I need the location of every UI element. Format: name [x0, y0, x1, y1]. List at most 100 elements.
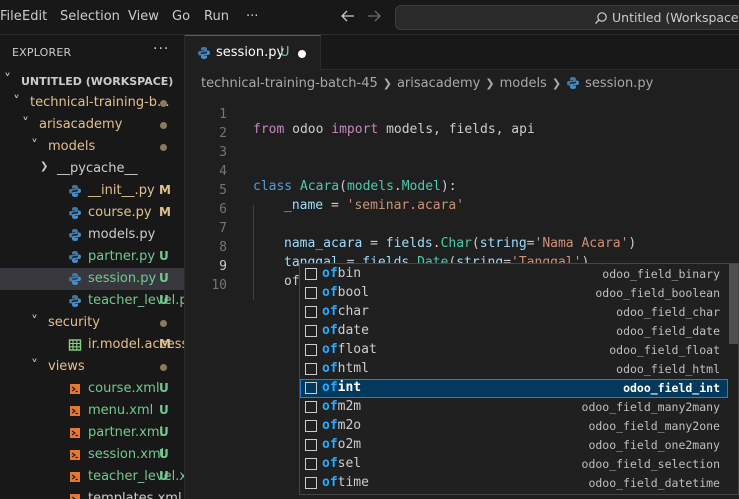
breadcrumb-item[interactable]: technical-training-batch-45	[201, 76, 378, 91]
git-status-badge: M	[159, 205, 171, 219]
git-status-badge: U	[159, 249, 169, 263]
menu-go[interactable]: Go	[172, 9, 190, 24]
code-line: 10	[185, 263, 232, 293]
menu-file[interactable]: File	[0, 9, 22, 24]
suggest-item-detail: odoo_field_selection	[581, 457, 720, 471]
xml-file-icon	[68, 448, 82, 462]
python-file-icon	[68, 184, 82, 198]
modified-dot-icon	[160, 320, 167, 327]
tree-item-arisacademy[interactable]: ˅ arisacademy	[0, 114, 184, 136]
tree-item-ir-model-access[interactable]: ir.model.access....M	[0, 334, 184, 356]
python-file-icon	[68, 228, 82, 242]
tree-item-label: course.py	[88, 205, 152, 220]
python-file-icon	[566, 76, 580, 90]
chevron-down-icon: ˅	[22, 116, 29, 132]
tree-item-label: views	[48, 359, 85, 374]
suggest-item-label: ofbool	[322, 285, 369, 300]
suggest-item[interactable]: ofhtml odoo_field_html	[300, 360, 728, 379]
suggest-item[interactable]: ofchar odoo_field_char	[300, 303, 728, 322]
tree-item-course-xml[interactable]: course.xml U	[0, 378, 184, 400]
suggest-item-detail: odoo_field_datetime	[588, 476, 720, 490]
suggest-item-detail: odoo_field_binary	[602, 267, 720, 281]
tree-item-models[interactable]: ˅ models	[0, 136, 184, 158]
code-line: 3	[185, 130, 232, 160]
explorer-sidebar: EXPLORER ··· ˅ UNTITLED (WORKSPACE) ˅ techn…	[0, 35, 185, 499]
tree-item-label: partner.py	[88, 249, 156, 264]
code-line: 8 tanggal = fields.Date(string='Tanggal'…	[185, 225, 589, 270]
suggest-item[interactable]: oftime odoo_field_datetime	[300, 474, 728, 493]
menu-edit[interactable]: Edit	[22, 9, 47, 24]
suggest-scrollbar[interactable]	[729, 264, 738, 344]
suggest-item[interactable]: ofo2m odoo_field_one2many	[300, 436, 728, 455]
tree-item-workspace[interactable]: ˅ UNTITLED (WORKSPACE)	[0, 70, 184, 92]
suggest-item[interactable]: ofint odoo_field_int	[300, 379, 728, 398]
tree-item-label: technical-training-b...	[30, 95, 170, 110]
title-bar: File Edit Selection View Go Run ··· Unti…	[0, 0, 739, 35]
tree-item-security[interactable]: ˅ security	[0, 312, 184, 334]
breadcrumb-item[interactable]: arisacademy	[397, 76, 480, 91]
explorer-more-button[interactable]: ···	[153, 41, 169, 57]
tree-item-templates-xml[interactable]: templates.xml	[0, 488, 184, 499]
snippet-icon	[305, 344, 317, 356]
menu-selection[interactable]: Selection	[60, 9, 120, 24]
git-status-badge: M	[159, 183, 171, 197]
git-status-badge: U	[159, 403, 169, 417]
tree-item-models-py[interactable]: models.py	[0, 224, 184, 246]
tree-item-technical-training[interactable]: ˅ technical-training-b...	[0, 92, 184, 114]
chevron-right-icon: ❯	[485, 76, 495, 90]
tree-item-views[interactable]: ˅ views	[0, 356, 184, 378]
suggest-item[interactable]: ofsel odoo_field_selection	[300, 455, 728, 474]
command-center-text: Untitled (Workspace)	[612, 10, 739, 25]
suggest-item[interactable]: ofbin odoo_field_binary	[300, 265, 728, 284]
suggest-item[interactable]: ofm2o odoo_field_many2one	[300, 417, 728, 436]
suggest-item-detail: odoo_field_many2many	[581, 400, 720, 414]
menu-run[interactable]: Run	[204, 9, 229, 24]
tree-item-teacher-level-xml[interactable]: teacher_level.xmlU	[0, 466, 184, 488]
tree-item-teacher-level-py[interactable]: teacher_level.py U	[0, 290, 184, 312]
arrow-left-icon[interactable]	[340, 8, 356, 28]
modified-dot-icon	[160, 144, 167, 151]
arrow-right-icon[interactable]	[366, 8, 382, 28]
snippet-icon	[305, 477, 317, 489]
python-file-icon	[68, 294, 82, 308]
tab-session-py[interactable]: session.py U	[185, 35, 321, 70]
tree-item-session-xml[interactable]: session.xml U	[0, 444, 184, 466]
snippet-icon	[305, 268, 317, 280]
tree-item-init-py[interactable]: __init__.py M	[0, 180, 184, 202]
breadcrumb-item[interactable]: models	[500, 76, 547, 91]
line-content: nama_acara = fields.Char(string='Nama Ac…	[284, 236, 637, 251]
tree-item-label: security	[48, 315, 100, 330]
tree-item-partner-xml[interactable]: partner.xml U	[0, 422, 184, 444]
modified-dot-icon	[160, 100, 167, 107]
tree-item-pycache[interactable]: ❯ __pycache__	[0, 158, 184, 180]
tab-status-badge: U	[280, 45, 290, 60]
tree-item-course-py[interactable]: course.py M	[0, 202, 184, 224]
command-center[interactable]: Untitled (Workspace)	[395, 5, 739, 30]
snippet-icon	[305, 306, 317, 318]
line-content: class Acara(models.Model):	[253, 179, 457, 194]
menu-more[interactable]: ···	[246, 9, 258, 24]
python-file-icon	[68, 250, 82, 264]
tree-item-menu-xml[interactable]: menu.xml U	[0, 400, 184, 422]
suggest-item[interactable]: ofm2m odoo_field_many2many	[300, 398, 728, 417]
line-content: from odoo import models, fields, api	[253, 122, 535, 137]
snippet-icon	[305, 458, 317, 470]
tree-item-partner-py[interactable]: partner.py U	[0, 246, 184, 268]
unsaved-dot-icon[interactable]	[298, 50, 306, 58]
tab-label: session.py	[216, 45, 285, 60]
suggest-item[interactable]: ofdate odoo_field_date	[300, 322, 728, 341]
code-line: 7 nama_acara = fields.Char(string='Nama …	[185, 206, 636, 251]
breadcrumb-item[interactable]: session.py	[585, 76, 653, 91]
suggest-item-label: offloat	[322, 342, 377, 357]
snippet-icon	[305, 382, 317, 394]
suggest-item[interactable]: ofbool odoo_field_boolean	[300, 284, 728, 303]
python-file-icon	[68, 206, 82, 220]
suggest-item-label: ofm2o	[322, 418, 362, 433]
tree-item-session-py[interactable]: session.py U	[0, 268, 184, 290]
code-line: 6	[185, 187, 232, 217]
suggest-item-label: ofhtml	[322, 361, 369, 376]
xml-file-icon	[68, 470, 82, 484]
menu-view[interactable]: View	[128, 9, 159, 24]
suggest-item[interactable]: offloat odoo_field_float	[300, 341, 728, 360]
tree-item-label: arisacademy	[39, 117, 123, 132]
